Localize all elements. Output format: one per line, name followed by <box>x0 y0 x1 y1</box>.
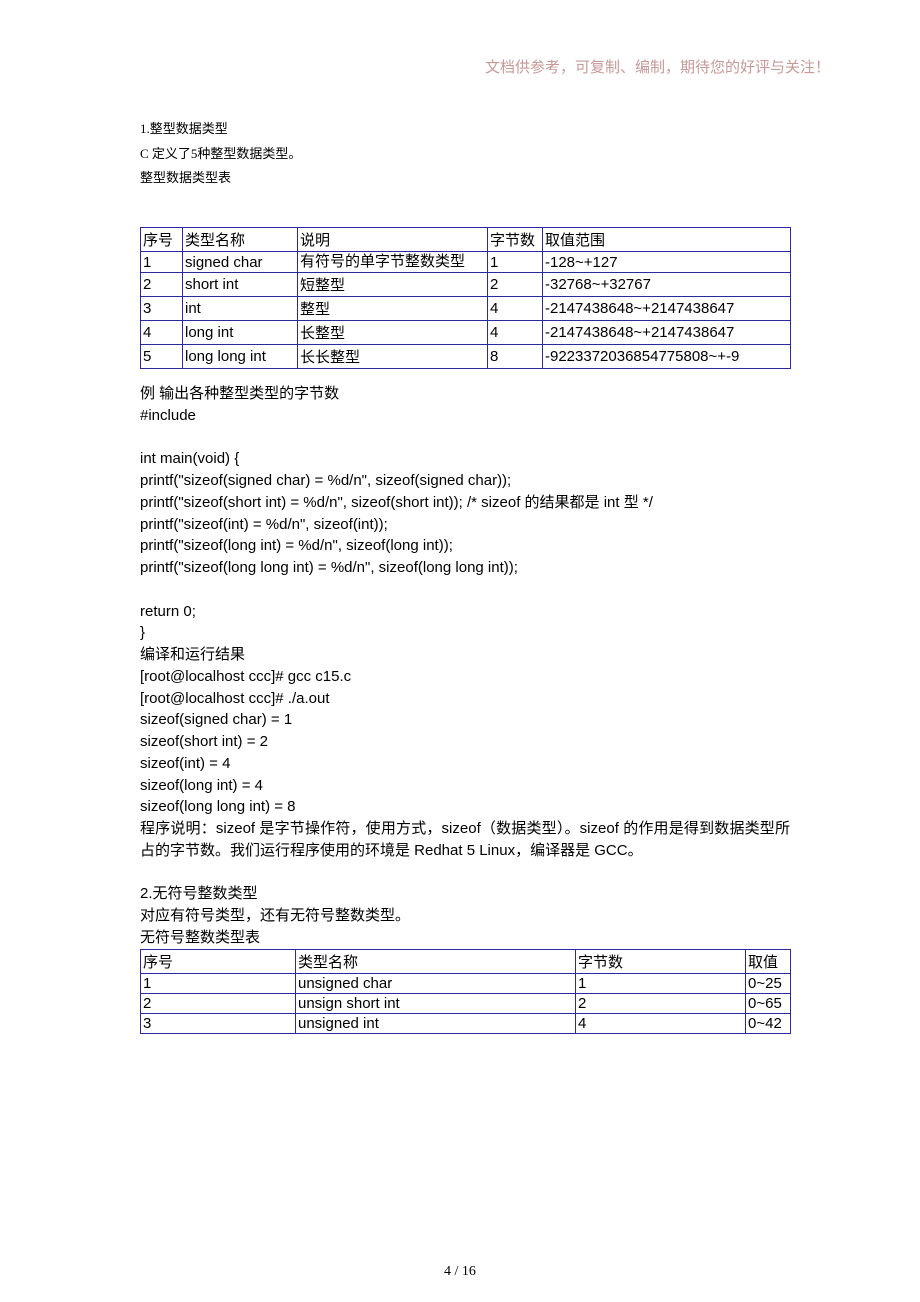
intro-line-2: C 定义了5种整型数据类型。 <box>140 142 860 167</box>
cell: 0~65 <box>746 993 791 1013</box>
cell: 2 <box>488 273 543 297</box>
cell: long long int <box>183 345 298 369</box>
cell: -128~+127 <box>543 252 791 273</box>
cell: 0~42 <box>746 1013 791 1033</box>
cell: unsigned int <box>296 1013 576 1033</box>
th-type: 类型名称 <box>296 949 576 973</box>
cell: int <box>183 297 298 321</box>
th-range: 取值范围 <box>543 228 791 252</box>
cell: 长长整型 <box>298 345 488 369</box>
result-line: 编译和运行结果 <box>140 644 790 666</box>
cell: 2 <box>141 993 296 1013</box>
intro-line-3: 整型数据类型表 <box>140 166 860 191</box>
code-line: int main(void) { <box>140 448 790 470</box>
cell: 2 <box>141 273 183 297</box>
result-line: [root@localhost ccc]# gcc c15.c <box>140 666 790 688</box>
intro-line-1: 1.整型数据类型 <box>140 117 860 142</box>
cell: short int <box>183 273 298 297</box>
cell: 长整型 <box>298 321 488 345</box>
header-note: 文档供参考，可复制、编制，期待您的好评与关注！ <box>140 56 860 77</box>
cell: 5 <box>141 345 183 369</box>
cell: 3 <box>141 297 183 321</box>
intro-block: 1.整型数据类型 C 定义了5种整型数据类型。 整型数据类型表 <box>140 117 860 191</box>
table-row: 2 unsign short int 2 0~65 <box>141 993 791 1013</box>
code-line: #include <box>140 405 790 427</box>
result-line: sizeof(short int) = 2 <box>140 731 790 753</box>
th-type: 类型名称 <box>183 228 298 252</box>
th-seq: 序号 <box>141 228 183 252</box>
th-seq: 序号 <box>141 949 296 973</box>
section2-line: 2.无符号整数类型 <box>140 883 790 905</box>
cell: -9223372036854775808~+-9 <box>543 345 791 369</box>
code-line: return 0; <box>140 601 790 623</box>
cell: 0~25 <box>746 973 791 993</box>
table-row: 5 long long int 长长整型 8 -9223372036854775… <box>141 345 791 369</box>
cell: 4 <box>141 321 183 345</box>
table-header-row: 序号 类型名称 字节数 取值 <box>141 949 791 973</box>
code-line: } <box>140 622 790 644</box>
th-desc: 说明 <box>298 228 488 252</box>
cell: 1 <box>488 252 543 273</box>
integer-types-table: 序号 类型名称 说明 字节数 取值范围 1 signed char 有符号的单字… <box>140 227 791 369</box>
cell: 整型 <box>298 297 488 321</box>
cell: -2147438648~+2147438647 <box>543 297 791 321</box>
th-bytes: 字节数 <box>488 228 543 252</box>
cell: -2147438648~+2147438647 <box>543 321 791 345</box>
th-bytes: 字节数 <box>576 949 746 973</box>
cell: 有符号的单字节整数类型 <box>298 252 488 273</box>
cell: 1 <box>141 252 183 273</box>
table-row: 1 signed char 有符号的单字节整数类型 1 -128~+127 <box>141 252 791 273</box>
cell: 1 <box>141 973 296 993</box>
unsigned-types-table: 序号 类型名称 字节数 取值 1 unsigned char 1 0~25 2 … <box>140 949 791 1034</box>
cell: signed char <box>183 252 298 273</box>
cell: 4 <box>488 321 543 345</box>
cell: long int <box>183 321 298 345</box>
table-row: 2 short int 短整型 2 -32768~+32767 <box>141 273 791 297</box>
table-row: 4 long int 长整型 4 -2147438648~+2147438647 <box>141 321 791 345</box>
code-line: printf("sizeof(signed char) = %d/n", siz… <box>140 470 790 492</box>
table-header-row: 序号 类型名称 说明 字节数 取值范围 <box>141 228 791 252</box>
th-range: 取值 <box>746 949 791 973</box>
result-line: sizeof(int) = 4 <box>140 753 790 775</box>
cell: 1 <box>576 973 746 993</box>
cell: unsigned char <box>296 973 576 993</box>
cell: 4 <box>576 1013 746 1033</box>
result-line: [root@localhost ccc]# ./a.out <box>140 688 790 710</box>
code-line: printf("sizeof(long long int) = %d/n", s… <box>140 557 790 579</box>
section2-line: 无符号整数类型表 <box>140 927 790 949</box>
code-line: 例 输出各种整型类型的字节数 <box>140 383 790 405</box>
table-row: 3 unsigned int 4 0~42 <box>141 1013 791 1033</box>
section2-line: 对应有符号类型，还有无符号整数类型。 <box>140 905 790 927</box>
result-line: sizeof(long int) = 4 <box>140 775 790 797</box>
explanation: 程序说明：sizeof 是字节操作符，使用方式，sizeof（数据类型）。siz… <box>140 818 790 862</box>
page-number: 4 / 16 <box>0 1264 920 1280</box>
code-line: printf("sizeof(short int) = %d/n", sizeo… <box>140 492 790 514</box>
cell: 8 <box>488 345 543 369</box>
result-line: sizeof(signed char) = 1 <box>140 709 790 731</box>
cell: -32768~+32767 <box>543 273 791 297</box>
result-line: sizeof(long long int) = 8 <box>140 796 790 818</box>
cell: 短整型 <box>298 273 488 297</box>
code-line: printf("sizeof(int) = %d/n", sizeof(int)… <box>140 514 790 536</box>
table-row: 3 int 整型 4 -2147438648~+2147438647 <box>141 297 791 321</box>
cell: 2 <box>576 993 746 1013</box>
cell: unsign short int <box>296 993 576 1013</box>
cell: 4 <box>488 297 543 321</box>
cell: 3 <box>141 1013 296 1033</box>
table-row: 1 unsigned char 1 0~25 <box>141 973 791 993</box>
code-block: 例 输出各种整型类型的字节数 #include int main(void) {… <box>140 383 790 949</box>
code-line: printf("sizeof(long int) = %d/n", sizeof… <box>140 535 790 557</box>
